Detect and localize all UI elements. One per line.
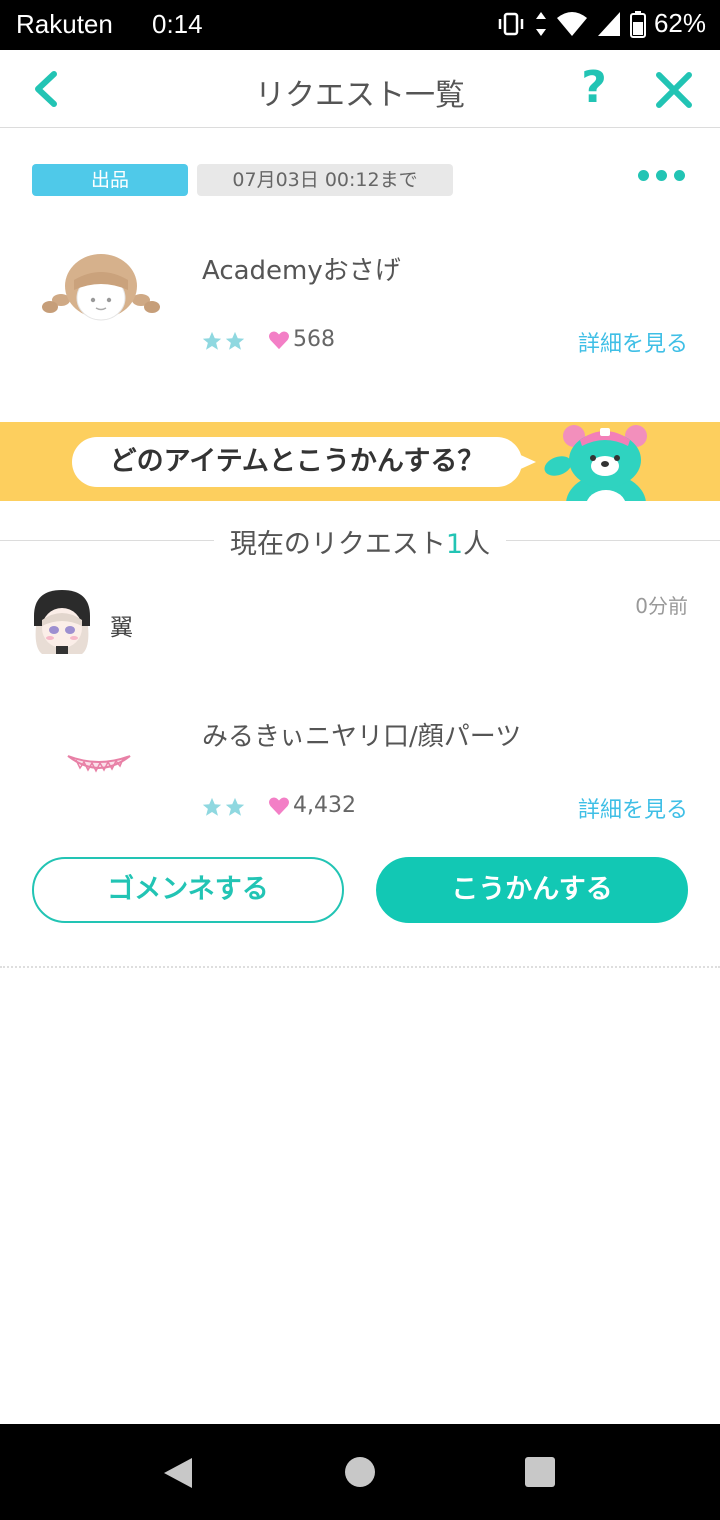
requests-count: 1: [445, 529, 464, 560]
accept-exchange-button[interactable]: こうかんする: [376, 857, 688, 923]
clock: 0:14: [152, 9, 203, 39]
battery-icon: [629, 10, 646, 38]
speech-bubble: どのアイテムとこうかんする？: [72, 437, 522, 487]
rarity-star-icon: [225, 797, 245, 816]
request-time-ago: 0分前: [635, 594, 688, 618]
more-options-icon[interactable]: [638, 170, 685, 181]
help-icon[interactable]: ?: [574, 64, 614, 112]
requests-count-label: 現在のリクエスト1人: [0, 522, 720, 561]
wifi-icon: [556, 11, 587, 36]
rarity-star-icon: [225, 331, 245, 350]
rarity-star-icon: [202, 797, 222, 816]
more-dot: [674, 170, 685, 181]
carrier-name: Rakuten: [16, 9, 113, 39]
rarity-star-icon: [202, 331, 222, 350]
item-thumbnail-grin-mouth[interactable]: [64, 748, 134, 782]
app-header: リクエスト一覧 ?: [0, 50, 720, 128]
deadline-badge: 07月03日 00:12まで: [197, 164, 453, 196]
listing-rarity-stars: [201, 330, 246, 352]
listing-item-name: Academyおさげ: [202, 256, 401, 286]
system-nav-bar: [0, 1424, 720, 1520]
request-likes: 4,432: [268, 793, 356, 818]
likes-count: 568: [293, 327, 335, 352]
battery-percent: 62%: [653, 8, 706, 38]
requests-section-header: 現在のリクエスト1人: [0, 522, 720, 561]
more-dot: [638, 170, 649, 181]
heart-icon: [268, 331, 290, 349]
more-dot: [656, 170, 667, 181]
request-rarity-stars: [201, 796, 246, 818]
likes-count: 4,432: [293, 793, 356, 818]
listing-detail-link[interactable]: 詳細を見る: [578, 326, 688, 358]
close-icon[interactable]: [654, 70, 694, 110]
item-thumbnail-braids-hair[interactable]: [40, 250, 162, 326]
request-detail-link[interactable]: 詳細を見る: [578, 792, 688, 824]
user-avatar[interactable]: [28, 586, 96, 654]
data-arrows-icon: [535, 11, 546, 36]
requests-label-prefix: 現在のリクエスト: [229, 529, 446, 560]
requests-label-suffix: 人: [463, 529, 491, 560]
listing-likes: 568: [268, 327, 335, 352]
requester-name: 翼: [110, 615, 133, 641]
status-bar: Rakuten 0:14 62%: [0, 0, 720, 50]
decline-button[interactable]: ゴメンネする: [32, 857, 344, 923]
nav-back-icon[interactable]: [162, 1456, 194, 1490]
request-item-name: みるきぃニヤリ口/顔パーツ: [202, 722, 522, 752]
nav-recents-icon[interactable]: [525, 1457, 555, 1487]
speech-bubble-tail: [514, 452, 536, 472]
exchange-prompt-banner: どのアイテムとこうかんする？: [0, 422, 720, 501]
listing-tag: 出品: [32, 164, 188, 196]
vibrate-icon: [498, 12, 524, 35]
dotted-divider: [0, 966, 720, 968]
status-icons: 62%: [496, 8, 706, 39]
bear-mascot-icon: [544, 425, 647, 501]
cellular-signal-icon: [597, 11, 620, 36]
nav-home-icon[interactable]: [345, 1457, 375, 1487]
heart-icon: [268, 797, 290, 815]
